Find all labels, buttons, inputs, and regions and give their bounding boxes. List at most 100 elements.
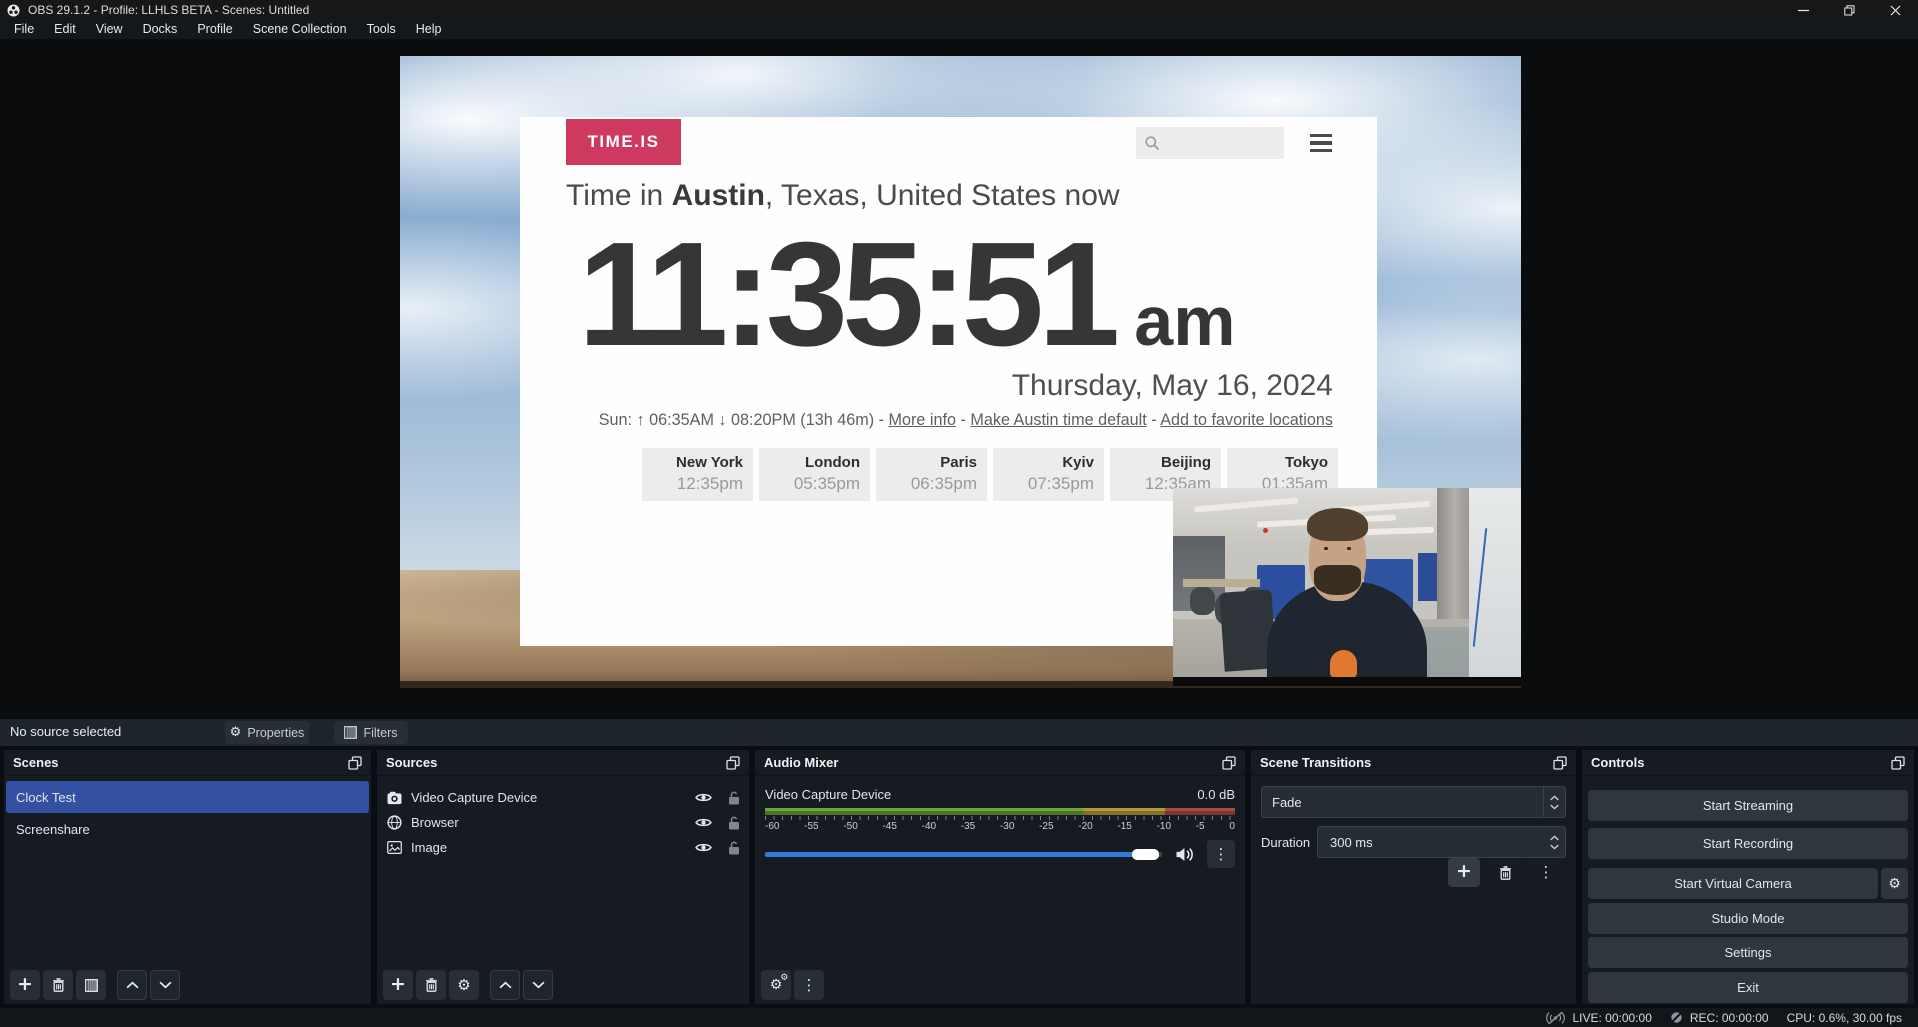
menu-view[interactable]: View (86, 20, 133, 39)
scene-move-up-button[interactable] (117, 970, 147, 1000)
chevron-down-icon (532, 981, 545, 989)
popout-icon[interactable] (1553, 756, 1567, 770)
scene-filters-button[interactable] (76, 970, 106, 1000)
live-time: LIVE: 00:00:00 (1572, 1011, 1651, 1025)
advanced-audio-button[interactable]: ⚙⚙ (761, 970, 791, 1000)
audio-mixer-title: Audio Mixer (764, 755, 838, 770)
menu-tools[interactable]: Tools (357, 20, 406, 39)
timeis-sun-line: Sun: ↑ 06:35AM ↓ 08:20PM (13h 46m) - Mor… (540, 411, 1333, 430)
webcam-person-beard (1314, 565, 1361, 595)
transition-properties-button[interactable]: ⋮ (1530, 858, 1562, 887)
studio-mode-button[interactable]: Studio Mode (1588, 903, 1908, 934)
timeis-search-box (1136, 127, 1284, 159)
globe-icon (386, 815, 403, 830)
source-properties-button[interactable]: ⚙ (449, 970, 479, 1000)
record-inactive-icon (1670, 1011, 1683, 1024)
live-status: LIVE: 00:00:00 (1546, 1011, 1651, 1025)
city-card: Paris06:35pm (876, 448, 987, 501)
timeis-logo: TIME.IS (566, 119, 681, 165)
audio-mixer-menu-button[interactable]: ⋮ (794, 970, 824, 1000)
menu-profile[interactable]: Profile (187, 20, 242, 39)
volume-slider-handle[interactable] (1132, 849, 1159, 860)
popout-icon[interactable] (1222, 756, 1236, 770)
restore-button[interactable] (1826, 0, 1872, 20)
exit-button[interactable]: Exit (1588, 972, 1908, 1003)
remove-scene-button[interactable] (43, 970, 73, 1000)
duration-label: Duration (1261, 835, 1317, 850)
meter-tick-labels: -60-55-50-45-40-35-30-25-20-15-10-50 (765, 821, 1235, 832)
search-icon (1144, 135, 1160, 151)
source-move-up-button[interactable] (490, 970, 520, 1000)
rec-time: REC: 00:00:00 (1690, 1011, 1769, 1025)
scene-transitions-header: Scene Transitions (1251, 750, 1576, 776)
menu-file[interactable]: File (4, 20, 44, 39)
audio-channel-menu-button[interactable]: ⋮ (1207, 840, 1235, 868)
volume-slider[interactable] (765, 852, 1162, 857)
preview-canvas[interactable]: TIME.IS Time in Austin, Texas, United St… (400, 56, 1521, 688)
popout-icon[interactable] (726, 756, 740, 770)
menu-help[interactable]: Help (406, 20, 452, 39)
plus-icon: + (17, 975, 33, 994)
transition-select[interactable]: Fade (1261, 786, 1566, 818)
start-recording-button[interactable]: Start Recording (1588, 828, 1908, 859)
properties-button[interactable]: ⚙ Properties (225, 721, 309, 744)
scene-item-clock-test[interactable]: Clock Test (6, 781, 369, 813)
obs-window: OBS 29.1.2 - Profile: LLHLS BETA - Scene… (0, 0, 1918, 1027)
camera-icon (386, 791, 403, 805)
visibility-eye-icon[interactable] (695, 842, 712, 853)
source-move-down-button[interactable] (523, 970, 553, 1000)
rec-status: REC: 00:00:00 (1670, 1011, 1769, 1025)
menu-docks[interactable]: Docks (133, 20, 188, 39)
minimize-button[interactable] (1780, 0, 1826, 20)
sources-panel: Sources Video Capture Device (377, 750, 749, 1004)
add-transition-button[interactable]: + (1448, 858, 1480, 887)
visibility-eye-icon[interactable] (695, 792, 712, 803)
visibility-eye-icon[interactable] (695, 817, 712, 828)
add-source-button[interactable]: + (383, 970, 413, 1000)
add-scene-button[interactable]: + (10, 970, 40, 1000)
filters-icon (344, 726, 357, 739)
source-row-browser[interactable]: Browser (377, 810, 749, 835)
add-favorite-link: Add to favorite locations (1160, 411, 1333, 429)
lock-icon[interactable] (728, 816, 740, 830)
duration-input[interactable]: 300 ms (1317, 826, 1566, 858)
more-info-link: More info (888, 411, 955, 429)
virtual-camera-config-button[interactable]: ⚙ (1881, 868, 1908, 899)
timeis-heading: Time in Austin, Texas, United States now (566, 179, 1120, 213)
popout-icon[interactable] (1891, 756, 1905, 770)
window-title: OBS 29.1.2 - Profile: LLHLS BETA - Scene… (28, 3, 309, 17)
popout-icon[interactable] (348, 756, 362, 770)
city-card: London05:35pm (759, 448, 870, 501)
lock-icon[interactable] (728, 791, 740, 805)
source-row-video-capture[interactable]: Video Capture Device (377, 785, 749, 810)
menu-edit[interactable]: Edit (44, 20, 86, 39)
clock-digits: 11:35:51 (578, 221, 1114, 369)
remove-source-button[interactable] (416, 970, 446, 1000)
sources-header: Sources (377, 750, 749, 776)
timeis-date: Thursday, May 16, 2024 (1012, 369, 1333, 403)
speaker-icon[interactable] (1176, 847, 1195, 862)
trash-icon (52, 978, 65, 992)
lock-icon[interactable] (728, 841, 740, 855)
webcam-table (1183, 579, 1260, 587)
audio-mixer-panel: Audio Mixer Video Capture Device 0.0 dB … (755, 750, 1245, 1004)
scene-move-down-button[interactable] (150, 970, 180, 1000)
start-streaming-button[interactable]: Start Streaming (1588, 790, 1908, 821)
start-virtual-camera-button[interactable]: Start Virtual Camera (1588, 868, 1878, 899)
sources-title: Sources (386, 755, 437, 770)
scenes-panel: Scenes Clock Test Screenshare + (4, 750, 371, 1004)
source-row-image[interactable]: Image (377, 835, 749, 860)
scene-item-screenshare[interactable]: Screenshare (6, 813, 369, 845)
webcam-shirt-logo (1330, 650, 1358, 678)
filters-button[interactable]: Filters (334, 721, 408, 744)
volume-meter (765, 808, 1235, 815)
controls-panel: Controls Start Streaming Start Recording… (1582, 750, 1914, 1004)
menu-scene-collection[interactable]: Scene Collection (243, 20, 357, 39)
transitions-toolbar: + ⋮ (1448, 858, 1562, 887)
close-button[interactable] (1872, 0, 1918, 20)
remove-transition-button[interactable] (1489, 858, 1521, 887)
settings-button[interactable]: Settings (1588, 937, 1908, 968)
duration-spinner[interactable] (1543, 827, 1565, 857)
select-spinner[interactable] (1543, 787, 1565, 817)
scenes-title: Scenes (13, 755, 59, 770)
